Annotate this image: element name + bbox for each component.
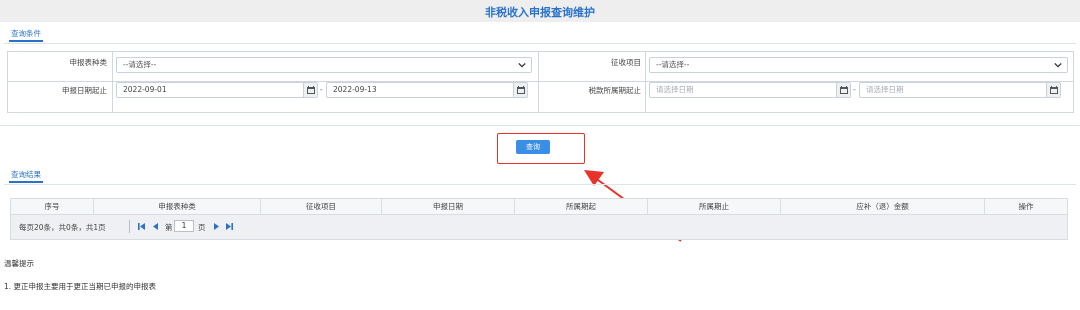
report-date-start-value: 2022-09-01: [123, 85, 167, 94]
calendar-icon[interactable]: [836, 83, 850, 97]
tax-period-start-input[interactable]: 请选择日期: [649, 82, 851, 98]
column-header: 征收项目: [261, 199, 382, 215]
collection-item-select[interactable]: --请选择--: [649, 57, 1068, 73]
prev-page-icon[interactable]: [152, 222, 160, 231]
report-date-start-input[interactable]: 2022-09-01: [116, 82, 318, 98]
results-table: 序号 申报表种类 征收项目 申报日期 所属期起 所属期止 应补（退）金额 操作 …: [10, 198, 1068, 240]
collection-item-label: 征收项目: [611, 58, 641, 67]
form-divider: [112, 52, 113, 112]
table-header: 序号 申报表种类 征收项目 申报日期 所属期起 所属期止 应补（退）金额 操作: [11, 199, 1067, 215]
highlight-box: [497, 133, 585, 164]
report-type-select[interactable]: --请选择--: [116, 57, 532, 73]
tax-period-label: 税款所属期起止: [588, 86, 642, 95]
pager-divider: [129, 220, 130, 233]
page-suffix: 页: [198, 223, 206, 232]
column-header: 序号: [11, 199, 94, 215]
pagination-summary: 每页20条，共0条，共1页: [19, 223, 106, 232]
tab-query-conditions[interactable]: 查询条件: [9, 28, 43, 42]
report-date-label: 申报日期起止: [62, 86, 107, 95]
page-prefix: 第: [165, 223, 173, 232]
section-divider: [4, 184, 1076, 185]
column-header: 申报日期: [382, 199, 515, 215]
calendar-icon[interactable]: [303, 83, 317, 97]
range-separator: -: [320, 85, 323, 94]
last-page-icon[interactable]: [225, 222, 233, 231]
form-divider: [645, 52, 646, 112]
page-number-input[interactable]: 1: [174, 220, 194, 232]
tax-period-end-placeholder: 请选择日期: [866, 85, 904, 94]
tips-title: 温馨提示: [4, 259, 34, 268]
section-divider: [4, 43, 1076, 44]
column-header: 所属期止: [648, 199, 781, 215]
tax-period-start-placeholder: 请选择日期: [656, 85, 694, 94]
report-date-end-input[interactable]: 2022-09-13: [326, 82, 528, 98]
chevron-down-icon: [518, 62, 526, 68]
calendar-icon[interactable]: [513, 83, 527, 97]
calendar-icon[interactable]: [1046, 83, 1060, 97]
collection-item-value: --请选择--: [656, 60, 690, 69]
pagination-bar: 每页20条，共0条，共1页 第 1 页: [11, 215, 1067, 239]
section-divider: [0, 125, 1080, 126]
report-type-label: 申报表种类: [69, 58, 108, 67]
chevron-down-icon: [1054, 62, 1062, 68]
report-type-value: --请选择--: [123, 60, 157, 69]
tax-period-end-input[interactable]: 请选择日期: [859, 82, 1061, 98]
range-separator: -: [853, 85, 856, 94]
tab-query-results[interactable]: 查询结果: [9, 169, 43, 183]
column-header: 应补（退）金额: [781, 199, 985, 215]
tips-line: 1. 更正申报主要用于更正当期已申报的申报表: [4, 282, 157, 291]
column-header: 所属期起: [515, 199, 648, 215]
next-page-icon[interactable]: [212, 222, 220, 231]
column-header: 操作: [1018, 202, 1034, 211]
page-title: 非税收入申报查询维护: [485, 6, 595, 19]
report-date-end-value: 2022-09-13: [333, 85, 377, 94]
page-header: 非税收入申报查询维护: [0, 0, 1080, 22]
first-page-icon[interactable]: [138, 222, 146, 231]
column-header: 申报表种类: [94, 199, 261, 215]
